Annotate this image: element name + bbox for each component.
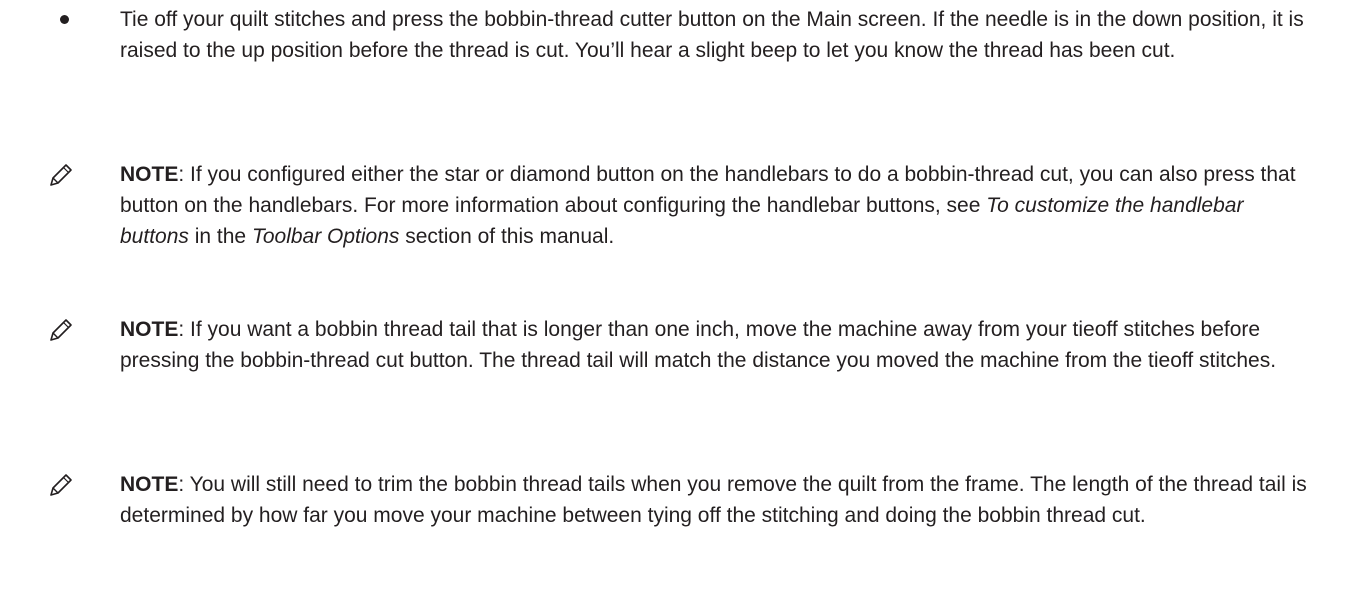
note-text: NOTE: If you configured either the star … (120, 159, 1318, 252)
note-paragraph-3: NOTE: You will still need to trim the bo… (48, 469, 1318, 531)
pencil-icon (48, 469, 88, 500)
pencil-icon (48, 314, 88, 345)
note-body: : If you want a bobbin thread tail that … (120, 318, 1277, 372)
manual-page: Tie off your quilt stitches and press th… (0, 0, 1349, 614)
bullet-marker (48, 4, 88, 35)
bullet-text: Tie off your quilt stitches and press th… (120, 8, 1304, 62)
note-body-mid: in the (188, 225, 252, 248)
note-label: NOTE (120, 163, 179, 186)
pencil-icon (48, 159, 88, 190)
note-label: NOTE (120, 473, 179, 496)
note-text: NOTE: If you want a bobbin thread tail t… (120, 314, 1318, 376)
note-paragraph-2: NOTE: If you want a bobbin thread tail t… (48, 314, 1318, 376)
bullet-paragraph: Tie off your quilt stitches and press th… (48, 4, 1318, 66)
bullet-dot-icon (60, 15, 69, 24)
note-paragraph-1: NOTE: If you configured either the star … (48, 159, 1318, 252)
section-reference: Toolbar Options (251, 225, 400, 248)
note-text: NOTE: You will still need to trim the bo… (120, 469, 1318, 531)
note-body-end: section of this manual. (399, 225, 615, 248)
note-body: : You will still need to trim the bobbin… (120, 473, 1307, 527)
note-label: NOTE (120, 318, 179, 341)
